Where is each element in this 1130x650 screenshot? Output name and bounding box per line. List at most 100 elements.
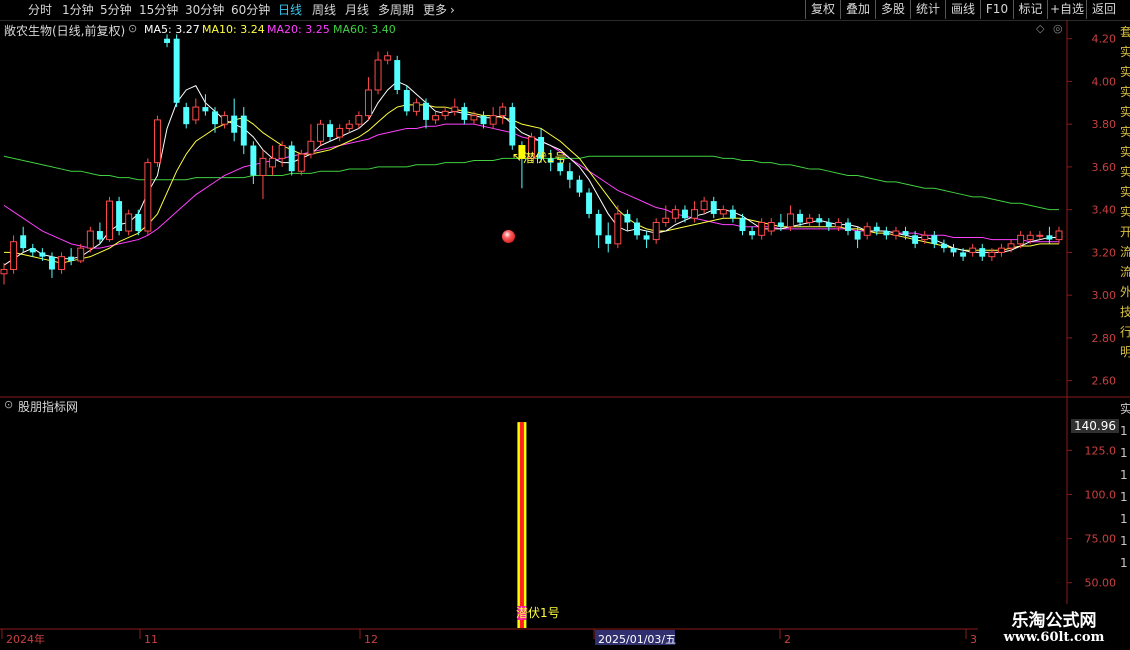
candle-body xyxy=(86,230,94,249)
candle-body xyxy=(0,268,8,275)
candle-body xyxy=(297,153,305,172)
add-watchlist-button[interactable]: +自选 xyxy=(1047,0,1086,19)
moving-average-lines xyxy=(3,80,1059,266)
candle-body xyxy=(164,38,171,43)
date-label: 2024年 xyxy=(6,632,45,646)
candle-body xyxy=(1055,230,1063,241)
candle-body xyxy=(806,217,814,223)
price-tick-label: 3.80 xyxy=(1092,118,1117,131)
candle-body xyxy=(912,235,919,244)
tab-monthly[interactable]: 月线 xyxy=(345,2,369,18)
tab-weekly[interactable]: 周线 xyxy=(312,2,336,18)
multi-stock-button[interactable]: 多股 xyxy=(875,0,910,19)
candle-body xyxy=(10,241,18,270)
alert-ball-icon[interactable] xyxy=(502,230,515,243)
tab-more[interactable]: 更多 xyxy=(423,2,447,18)
candle-body xyxy=(700,200,708,211)
candle-body xyxy=(345,123,353,129)
date-label: 11 xyxy=(144,633,158,646)
candle-body xyxy=(58,256,66,270)
draw-button[interactable]: 画线 xyxy=(945,0,980,19)
candle-body xyxy=(336,127,344,138)
f10-button[interactable]: F10 xyxy=(980,0,1013,19)
indicator-tick-label: 50.00 xyxy=(1085,577,1117,590)
candle-body xyxy=(652,221,660,241)
candle-body xyxy=(586,192,593,214)
tab-fenshi[interactable]: 分时 xyxy=(28,2,52,18)
candle-body xyxy=(116,201,123,232)
candle-body xyxy=(845,222,851,232)
candle-body xyxy=(950,248,957,253)
candle-body xyxy=(403,89,410,112)
candle-body xyxy=(662,217,670,223)
candle-body xyxy=(863,226,871,236)
tab-5min[interactable]: 5分钟 xyxy=(100,2,132,18)
stats-button[interactable]: 统计 xyxy=(910,0,945,19)
candle-body xyxy=(1036,234,1044,237)
mark-button[interactable]: 标记 xyxy=(1013,0,1047,19)
price-tick-label: 2.60 xyxy=(1092,375,1117,388)
candle-body xyxy=(278,145,286,159)
candle-body xyxy=(873,226,880,232)
price-tick-label: 3.20 xyxy=(1092,246,1117,259)
candle-body xyxy=(451,106,459,112)
candle-body xyxy=(576,179,583,193)
indicator-dropdown-icon[interactable]: ⊙ xyxy=(4,398,13,411)
tab-60min[interactable]: 60分钟 xyxy=(231,2,270,18)
candle-body xyxy=(777,222,784,227)
candle-body xyxy=(144,162,152,232)
candle-body xyxy=(960,252,967,257)
indicator-tick-label: 125.0 xyxy=(1085,444,1117,457)
candle-body xyxy=(106,200,113,241)
price-tick-label: 3.60 xyxy=(1092,161,1117,174)
candle-body xyxy=(797,213,804,223)
candle-body xyxy=(288,145,295,172)
candle-body xyxy=(834,221,842,228)
candle-body xyxy=(786,213,794,228)
candle-body xyxy=(892,230,900,236)
candle-body xyxy=(767,221,775,232)
tab-30min[interactable]: 30分钟 xyxy=(185,2,224,18)
price-tick-label: 3.00 xyxy=(1092,289,1117,302)
kline-chart[interactable]: 4.204.003.803.603.403.203.002.802.60 125… xyxy=(0,20,1130,650)
candle-body xyxy=(1017,234,1025,245)
chevron-right-icon[interactable]: › xyxy=(450,2,455,18)
candle-body xyxy=(470,115,478,121)
overlay-button[interactable]: 叠加 xyxy=(840,0,875,19)
indicator-title[interactable]: 股朋指标网 xyxy=(18,398,78,415)
candle-body xyxy=(212,111,218,125)
candle-body xyxy=(634,222,640,236)
tab-daily[interactable]: 日线 xyxy=(278,2,302,18)
candle-body xyxy=(719,209,727,215)
adjust-button[interactable]: 复权 xyxy=(805,0,840,19)
tab-1min[interactable]: 1分钟 xyxy=(62,2,94,18)
side-info-column-lower: 实1111111 xyxy=(1120,402,1130,570)
indicator-tick-label: 75.00 xyxy=(1085,533,1117,546)
candle-body xyxy=(749,231,756,236)
candle-body xyxy=(250,145,257,176)
candle-body xyxy=(307,140,315,155)
candle-body xyxy=(327,124,334,137)
period-toolbar: 分时 1分钟 5分钟 15分钟 30分钟 60分钟 日线 周线 月线 多周期 更… xyxy=(0,0,1130,21)
candle-body xyxy=(423,102,429,120)
candle-body xyxy=(816,218,823,223)
price-tick-label: 4.00 xyxy=(1092,75,1117,88)
candle-body xyxy=(931,235,938,244)
candle-body xyxy=(605,235,612,244)
candle-body xyxy=(710,201,717,214)
candle-body xyxy=(192,106,200,121)
chart-frame xyxy=(0,20,1130,630)
tab-multi-period[interactable]: 多周期 xyxy=(378,2,414,18)
candle-body xyxy=(671,209,679,219)
tab-15min[interactable]: 15分钟 xyxy=(139,2,178,18)
indicator-signal-label: 潜伏1号 xyxy=(516,606,560,620)
candle-body xyxy=(125,213,133,232)
date-label: 3 xyxy=(970,633,977,646)
back-button[interactable]: 返回 xyxy=(1086,0,1121,19)
watermark-title: 乐淘公式网 xyxy=(1011,611,1097,631)
candle-body xyxy=(461,107,468,120)
candle-body xyxy=(173,38,180,103)
candle-body xyxy=(221,115,229,125)
candle-body xyxy=(509,107,516,146)
candle-body xyxy=(969,247,977,253)
